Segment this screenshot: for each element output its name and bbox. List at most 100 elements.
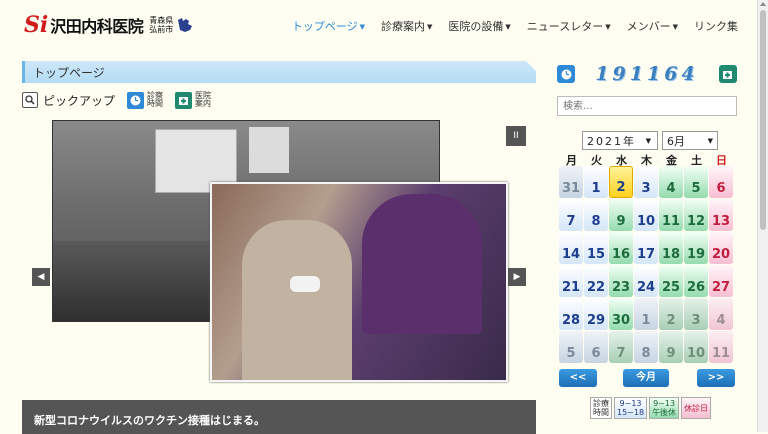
calendar-day[interactable]: 3: [684, 298, 708, 330]
nav-item-label: 医院の設備: [448, 20, 504, 33]
page-scrollbar[interactable]: [757, 0, 768, 432]
chevron-down-icon: ▼: [645, 136, 653, 145]
calendar-day[interactable]: 31: [559, 166, 583, 198]
mask-shape: [290, 276, 320, 292]
logo-name: 沢田内科医院: [50, 17, 144, 36]
legend-weekday: 9~13 15~18: [614, 397, 648, 419]
calendar-day[interactable]: 24: [634, 265, 658, 297]
caret-down-icon: ▼: [426, 23, 433, 31]
calendar-day[interactable]: 8: [634, 331, 658, 363]
calendar-legend: 診療 時間 9~13 15~18 9~13 午後休 休診日: [590, 397, 712, 419]
slideshow-prev-button[interactable]: ◀: [32, 268, 50, 286]
scroll-thumb[interactable]: [760, 10, 766, 230]
calendar-day[interactable]: 16: [609, 232, 633, 264]
news-headline-bar[interactable]: 新型コロナウイルスのワクチン接種はじまる。: [22, 400, 536, 434]
whiteboard: [249, 127, 289, 173]
scroll-up-icon[interactable]: [760, 2, 766, 6]
legend-label: 診療 時間: [590, 397, 612, 419]
calendar-day[interactable]: 13: [709, 199, 733, 231]
chevron-down-icon: ▼: [707, 136, 713, 145]
calendar-day[interactable]: 2: [609, 166, 633, 198]
calendar-day[interactable]: 19: [684, 232, 708, 264]
calendar-day[interactable]: 14: [559, 232, 583, 264]
vaccination-photo[interactable]: [210, 182, 508, 382]
main-nav: トップページ ▼ 診療案内 ▼ 医院の設備 ▼ ニュースレター ▼ メンバー ▼ リンク集: [284, 18, 746, 34]
calendar-grid: 31 1 2 3 4 5 6 7 8 9 10 11 12 13 14 15 16 17 18 19 20 21 22 23 2…: [559, 166, 733, 363]
calendar-day[interactable]: 28: [559, 298, 583, 330]
nav-item-label: リンク集: [694, 20, 738, 33]
nurse-figure: [362, 194, 482, 334]
calendar-day[interactable]: 5: [559, 331, 583, 363]
clock-icon: [557, 65, 575, 83]
calendar-day[interactable]: 9: [659, 331, 683, 363]
calendar-day[interactable]: 8: [584, 199, 608, 231]
calendar-day[interactable]: 11: [659, 199, 683, 231]
nav-item-label: メンバー: [626, 20, 671, 33]
section-corner: [526, 61, 536, 71]
calendar-day[interactable]: 4: [659, 166, 683, 198]
calendar-day[interactable]: 18: [659, 232, 683, 264]
site-logo[interactable]: Si 沢田内科医院 青森県 弘前市: [24, 13, 194, 37]
legend-label-line1: 診療: [593, 399, 609, 408]
calendar-day[interactable]: 6: [584, 331, 608, 363]
legend-weekday-line1: 9~13: [619, 399, 642, 408]
slideshow-pause-button[interactable]: II: [506, 126, 526, 146]
legend-half-line1: 9~13: [653, 399, 676, 408]
year-select[interactable]: 2021年 ▼: [582, 131, 658, 150]
calendar-day[interactable]: 27: [709, 265, 733, 297]
month-select[interactable]: 6月 ▼: [662, 131, 718, 150]
calendar-day[interactable]: 26: [684, 265, 708, 297]
calendar-day[interactable]: 10: [634, 199, 658, 231]
caret-down-icon: ▼: [359, 23, 365, 31]
calendar-today-button[interactable]: 今月: [623, 369, 669, 387]
calendar-day[interactable]: 30: [609, 298, 633, 330]
calendar-day[interactable]: 29: [584, 298, 608, 330]
slideshow-next-button[interactable]: ▶: [508, 268, 526, 286]
calendar-day[interactable]: 11: [709, 331, 733, 363]
calendar-day[interactable]: 6: [709, 166, 733, 198]
calendar-day[interactable]: 15: [584, 232, 608, 264]
consultation-hours-line2: 時間: [147, 99, 164, 108]
calendar-day[interactable]: 23: [609, 265, 633, 297]
calendar-prev-button[interactable]: <<: [559, 369, 597, 387]
search-input[interactable]: [557, 96, 737, 116]
calendar-day[interactable]: 2: [659, 298, 683, 330]
nav-item-3[interactable]: ニュースレター ▼: [519, 18, 619, 34]
calendar-day[interactable]: 4: [709, 298, 733, 330]
consultation-hours-link[interactable]: 診察 時間: [127, 91, 164, 109]
calendar-day[interactable]: 5: [684, 166, 708, 198]
nav-item-1[interactable]: 診療案内 ▼: [373, 18, 440, 34]
clock-icon: [127, 91, 145, 109]
caret-down-icon: ▼: [505, 23, 511, 31]
calendar-day[interactable]: 7: [609, 331, 633, 363]
logo-location: 青森県 弘前市: [149, 16, 173, 34]
calendar-day[interactable]: 7: [559, 199, 583, 231]
visitor-count: 191164: [595, 63, 699, 85]
calendar-day[interactable]: 1: [584, 166, 608, 198]
calendar-day[interactable]: 3: [634, 166, 658, 198]
calendar-day[interactable]: 10: [684, 331, 708, 363]
pickup-row: ピックアップ 診察 時間 医院 案内: [22, 90, 211, 110]
calendar-day[interactable]: 1: [634, 298, 658, 330]
calendar-day[interactable]: 17: [634, 232, 658, 264]
calendar-next-button[interactable]: >>: [697, 369, 735, 387]
calendar-day[interactable]: 12: [684, 199, 708, 231]
legend-half-line2: 午後休: [652, 408, 677, 417]
clinic-guide-line2: 案内: [195, 99, 212, 108]
calendar-day[interactable]: 22: [584, 265, 608, 297]
calendar-day[interactable]: 21: [559, 265, 583, 297]
logo-prefecture: 青森県: [149, 16, 174, 25]
calendar-day[interactable]: 20: [709, 232, 733, 264]
site-header: Si 沢田内科医院 青森県 弘前市 トップページ ▼ 診療案内 ▼ 医院の設備 ▼ ニュース…: [0, 0, 758, 52]
logo-city: 弘前市: [149, 25, 174, 34]
nav-item-5[interactable]: リンク集: [686, 18, 746, 34]
clinic-guide-link[interactable]: 医院 案内: [175, 91, 212, 109]
calendar-day[interactable]: 9: [609, 199, 633, 231]
nav-item-0[interactable]: トップページ ▼: [284, 18, 373, 34]
clinic-icon: [718, 65, 737, 83]
calendar-nav: << 今月 >>: [557, 369, 737, 387]
calendar-day[interactable]: 25: [659, 265, 683, 297]
nav-item-2[interactable]: 医院の設備 ▼: [440, 18, 518, 34]
nav-item-4[interactable]: メンバー ▼: [619, 18, 686, 34]
news-headline[interactable]: 新型コロナウイルスのワクチン接種はじまる。: [34, 412, 265, 428]
